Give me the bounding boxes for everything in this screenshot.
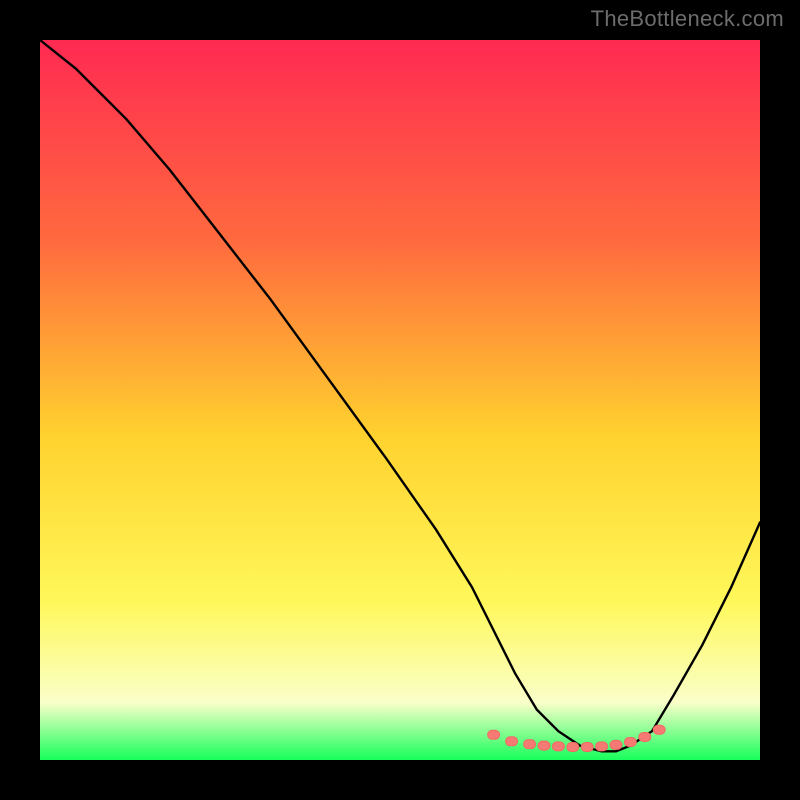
highlight-marker: [538, 741, 550, 750]
watermark-text: TheBottleneck.com: [591, 6, 784, 32]
highlight-marker: [596, 742, 608, 751]
highlight-marker: [488, 730, 500, 739]
highlight-marker: [653, 725, 665, 734]
highlight-marker: [552, 742, 564, 751]
highlight-marker: [610, 740, 622, 749]
gradient-background: [40, 40, 760, 760]
plot-area: [40, 40, 760, 760]
highlight-marker: [639, 732, 651, 741]
highlight-marker: [506, 737, 518, 746]
highlight-marker: [624, 738, 636, 747]
plot-svg: [40, 40, 760, 760]
chart-frame: TheBottleneck.com: [0, 0, 800, 800]
highlight-marker: [524, 740, 536, 749]
highlight-marker: [567, 743, 579, 752]
highlight-marker: [581, 743, 593, 752]
